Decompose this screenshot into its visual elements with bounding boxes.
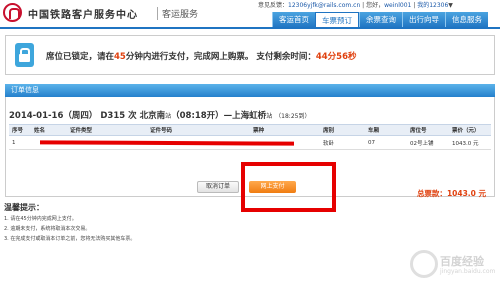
feedback-email-link[interactable]: 12306yjfk@rails.com.cn [288,2,360,9]
arrival-suffix: 站 [266,113,273,120]
column-header: 车厢 [365,124,407,136]
arrival-time: （18:25到） [275,113,311,120]
column-header: 席别 [320,124,365,136]
train-info: 2014-01-16（周四） D315 次 北京南站（08:18开）—上海虹桥站… [9,109,310,121]
travel-date: 2014-01-16（周四） [9,111,98,121]
column-header: 姓名 [31,124,67,136]
feedback-label: 意见反馈： [258,2,289,9]
railway-logo-icon [3,3,22,22]
column-header: 序号 [9,124,31,136]
username-link[interactable]: weinl001 [384,2,411,9]
tip-item: 2. 逾期未支付，系统将取消本次交易。 [4,226,91,232]
welcome-label: 您好， [366,2,385,9]
watermark-logo-icon [410,250,438,278]
top-info-bar: 意见反馈：12306yjfk@rails.com.cn | 您好，weinl00… [258,0,453,9]
notice-middle: 分钟内进行支付，完成网上购票。 支付剩余时间： [125,52,316,62]
total-label: 总票款： [416,189,447,198]
tip-item: 3. 在完成支付或取消本订单之前，您将无法购买其他车票。 [4,236,136,242]
column-header: 证件类型 [67,124,147,136]
column-header: 票价（元） [449,124,491,136]
notice-text: 席位已锁定，请在45分钟内进行支付，完成网上购票。 支付剩余时间：44分56秒 [46,50,357,62]
nav-divider [0,27,500,29]
separator: | [362,2,365,9]
separator: | [413,2,416,9]
cell-seat: 02号上铺 [407,135,449,150]
cell-seat-class: 软卧 [320,135,365,150]
train-number: D315 次 [100,111,137,121]
chevron-down-icon: ▼ [448,2,453,9]
main-nav: 客运首页 车票预订 余票查询 出行向导 信息服务 [272,12,488,28]
site-subtitle: 客运服务 [157,7,198,20]
annotation-highlight-box [241,162,336,212]
total-value: 1043.0 元 [446,189,486,198]
route-arrow: — [223,111,233,121]
cell-car: 07 [365,135,407,150]
nav-ticket-booking[interactable]: 车票预订 [315,12,359,28]
ticket-table: 序号 姓名 证件类型 证件号码 票种 席别 车厢 席位号 票价（元） 1 软卧 … [9,124,491,150]
watermark: 百度经验 jingyan.baidu.com [410,250,496,280]
nav-remaining-tickets[interactable]: 余票查询 [359,12,402,28]
countdown-timer: 44分56秒 [315,52,357,62]
nav-travel-guide[interactable]: 出行向导 [402,12,445,28]
cell-price: 1043.0 元 [449,135,491,150]
watermark-text: 百度经验 [440,255,484,268]
tip-item: 1. 请在45分钟内完成网上支付。 [4,216,77,222]
nav-info-service[interactable]: 信息服务 [445,12,488,28]
nav-home[interactable]: 客运首页 [272,12,315,28]
notice-minutes: 45 [114,52,126,62]
departure-station: 北京南 [139,111,166,121]
column-header: 证件号码 [147,124,250,136]
header: 中国铁路客户服务中心 客运服务 意见反馈：12306yjfk@rails.com… [0,0,500,28]
departure-time: （08:18开） [171,111,224,121]
watermark-url: jingyan.baidu.com [440,268,496,275]
cancel-order-button[interactable]: 取消订单 [197,181,239,193]
order-panel-title: 订单信息 [5,84,495,97]
table-header-row: 序号 姓名 证件类型 证件号码 票种 席别 车厢 席位号 票价（元） [9,124,491,136]
column-header: 席位号 [407,124,449,136]
column-header: 票种 [250,124,320,136]
lock-icon [15,43,34,67]
total-fare: 总票款：1043.0 元 [417,188,486,199]
site-title: 中国铁路客户服务中心 [28,10,138,21]
tips-title: 温馨提示： [4,203,44,212]
seat-locked-notice: 席位已锁定，请在45分钟内进行支付，完成网上购票。 支付剩余时间：44分56秒 [5,35,495,75]
arrival-station: 上海虹桥 [232,111,267,121]
cell-seq: 1 [9,135,31,150]
tips-list: 1. 请在45分钟内完成网上支付。 2. 逾期未支付，系统将取消本次交易。 3.… [4,214,135,244]
my-account-link[interactable]: 我的12306 [417,2,448,9]
notice-prefix: 席位已锁定，请在 [46,52,115,62]
